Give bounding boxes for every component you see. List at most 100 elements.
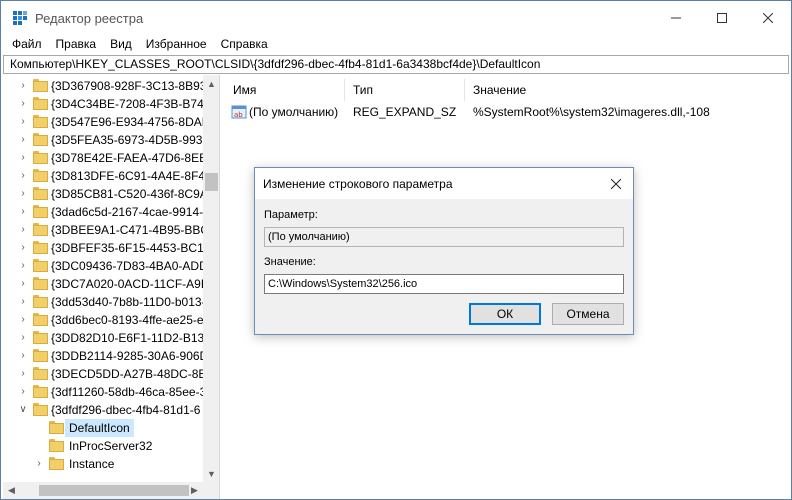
scroll-down-icon[interactable]: ▼ (203, 465, 219, 482)
string-value-icon: ab (231, 105, 247, 119)
menu-bar: Файл Правка Вид Избранное Справка (1, 34, 791, 54)
chevron-right-icon[interactable]: › (17, 185, 29, 203)
column-header-name[interactable]: Имя (225, 79, 345, 101)
minimize-button[interactable] (653, 1, 699, 34)
tree-item[interactable]: › {3DECD5DD-A27B-48DC-8BA (3, 365, 214, 383)
chevron-right-icon[interactable]: › (17, 347, 29, 365)
scroll-left-icon[interactable]: ◀ (3, 482, 20, 499)
registry-editor-icon (13, 11, 27, 25)
tree-item-label: {3DBEE9A1-C471-4B95-BBCA (51, 223, 218, 237)
menu-file[interactable]: Файл (5, 34, 49, 54)
tree-item[interactable]: › {3DC7A020-0ACD-11CF-A9B (3, 275, 209, 293)
chevron-right-icon[interactable]: › (17, 275, 29, 293)
value-label: Значение: (264, 256, 316, 268)
chevron-right-icon[interactable]: › (33, 455, 45, 473)
tree-item[interactable]: › {3D547E96-E934-4756-8DAE- (3, 113, 214, 131)
chevron-right-icon[interactable]: › (17, 113, 29, 131)
maximize-button[interactable] (699, 1, 745, 34)
scroll-up-icon[interactable]: ▲ (203, 75, 219, 92)
chevron-right-icon[interactable]: › (17, 293, 29, 311)
tree-item-label: {3dd53d40-7b8b-11D0-b013- (51, 295, 206, 309)
value-type: REG_EXPAND_SZ (353, 105, 457, 119)
window-title: Редактор реестра (35, 11, 144, 26)
svg-text:ab: ab (234, 111, 243, 119)
tree-item[interactable]: › {3DC09436-7D83-4BA0-ADD (3, 257, 208, 275)
menu-edit[interactable]: Правка (49, 34, 104, 54)
tree-item[interactable]: › {3D367908-928F-3C13-8B93- (3, 77, 210, 95)
tree-item[interactable]: › {3df11260-58db-46ca-85ee-3 (3, 383, 206, 401)
tree-item[interactable]: › {3D813DFE-6C91-4A4E-8F41- (3, 167, 216, 185)
folder-icon (33, 223, 48, 236)
chevron-right-icon[interactable]: › (17, 329, 29, 347)
tree-horizontal-scroll-thumb[interactable] (39, 485, 189, 496)
edit-string-dialog: Изменение строкового параметра Параметр:… (254, 167, 634, 335)
parameter-name-field: (По умолчанию) (264, 227, 624, 247)
chevron-right-icon[interactable]: › (17, 383, 29, 401)
close-button[interactable] (745, 1, 791, 34)
folder-icon (49, 457, 64, 470)
tree-item[interactable]: › {3dd53d40-7b8b-11D0-b013- (3, 293, 206, 311)
chevron-right-icon[interactable]: › (17, 239, 29, 257)
chevron-right-icon[interactable]: › (17, 221, 29, 239)
tree-item[interactable]: › {3D4C34BE-7208-4F3B-B74F- (3, 95, 215, 113)
tree-item[interactable]: › {3dd6bec0-8193-4ffe-ae25-e (3, 311, 204, 329)
chevron-right-icon[interactable]: › (17, 131, 29, 149)
chevron-right-icon[interactable]: › (17, 365, 29, 383)
chevron-right-icon[interactable]: › (17, 77, 29, 95)
chevron-right-icon[interactable]: › (17, 95, 29, 113)
column-header-value[interactable]: Значение (465, 79, 791, 101)
chevron-right-icon[interactable]: › (17, 167, 29, 185)
tree-item[interactable]: › {3DD82D10-E6F1-11D2-B139 (3, 329, 211, 347)
chevron-right-icon[interactable]: › (17, 149, 29, 167)
chevron-right-icon[interactable]: › (17, 203, 29, 221)
chevron-right-icon[interactable]: › (17, 311, 29, 329)
menu-view[interactable]: Вид (103, 34, 139, 54)
tree-item-label: {3dfdf296-dbec-4fb4-81d1-6 (51, 403, 201, 417)
value-data-input[interactable]: C:\Windows\System32\256.ico (264, 274, 624, 294)
tree-item-label: {3D813DFE-6C91-4A4E-8F41- (51, 169, 216, 183)
tree-child-item[interactable]: InProcServer32 (3, 437, 203, 455)
tree-item[interactable]: › {3DBFEF35-6F15-4453-BC19- (3, 239, 214, 257)
folder-icon (33, 331, 48, 344)
tree-vertical-scrollbar[interactable]: ▲ ▼ (203, 75, 219, 482)
ok-button[interactable]: ОК (469, 303, 541, 325)
cancel-button[interactable]: Отмена (552, 303, 624, 325)
parameter-label: Параметр: (264, 209, 318, 221)
dialog-close-button[interactable] (604, 172, 628, 196)
tree-item-label: {3DECD5DD-A27B-48DC-8BA (51, 367, 215, 381)
chevron-right-icon[interactable]: › (17, 257, 29, 275)
value-row[interactable]: ab (По умолчанию) REG_EXPAND_SZ %SystemR… (225, 102, 791, 122)
tree-item[interactable]: › {3DBEE9A1-C471-4B95-BBCA (3, 221, 217, 239)
column-header-type[interactable]: Тип (345, 79, 465, 101)
folder-icon (33, 385, 48, 398)
tree-item-label: {3DC09436-7D83-4BA0-ADD (51, 259, 208, 273)
scroll-right-icon[interactable]: ▶ (186, 482, 203, 499)
regedit-window: Редактор реестра Файл Правка Вид Избранн… (0, 0, 792, 500)
tree-item-label: {3DC7A020-0ACD-11CF-A9B (51, 277, 209, 291)
tree-horizontal-scrollbar[interactable]: ◀ ▶ (3, 482, 219, 499)
tree-vertical-scroll-thumb[interactable] (205, 173, 218, 191)
tree-item[interactable]: › {3DDB2114-9285-30A6-906D (3, 347, 208, 365)
tree-item[interactable]: ∨ {3dfdf296-dbec-4fb4-81d1-6 (3, 401, 203, 419)
tree-item[interactable]: › {3D85CB81-C520-436f-8C9A (3, 185, 208, 203)
menu-help[interactable]: Справка (214, 34, 275, 54)
folder-icon (33, 115, 48, 128)
tree-item[interactable]: › {3D78E42E-FAEA-47D6-8EE2- (3, 149, 218, 167)
tree-item-label: {3D5FEA35-6973-4D5B-9937- (51, 133, 214, 147)
folder-icon (33, 205, 48, 218)
tree-child-item[interactable]: › Instance (3, 455, 203, 473)
menu-favorites[interactable]: Избранное (139, 34, 214, 54)
title-bar[interactable]: Редактор реестра (1, 1, 791, 34)
chevron-down-icon[interactable]: ∨ (17, 401, 29, 419)
tree-child-item[interactable]: DefaultIcon (3, 419, 203, 437)
folder-icon (33, 367, 48, 380)
tree-pane[interactable]: › {3D367908-928F-3C13-8B93- › {3D4C34BE-720… (3, 75, 220, 499)
value-data: %SystemRoot%\system32\imageres.dll,-108 (473, 105, 710, 119)
tree-item-label: {3dad6c5d-2167-4cae-9914- (51, 205, 204, 219)
tree-item[interactable]: › {3D5FEA35-6973-4D5B-9937- (3, 131, 213, 149)
address-bar[interactable]: Компьютер\HKEY_CLASSES_ROOT\CLSID\{3dfdf… (3, 55, 789, 74)
tree-item[interactable]: › {3dad6c5d-2167-4cae-9914- (3, 203, 203, 221)
tree-item-label: {3D85CB81-C520-436f-8C9A (51, 187, 208, 201)
tree-child-label: InProcServer32 (69, 439, 153, 453)
dialog-title-bar[interactable]: Изменение строкового параметра (255, 168, 633, 199)
